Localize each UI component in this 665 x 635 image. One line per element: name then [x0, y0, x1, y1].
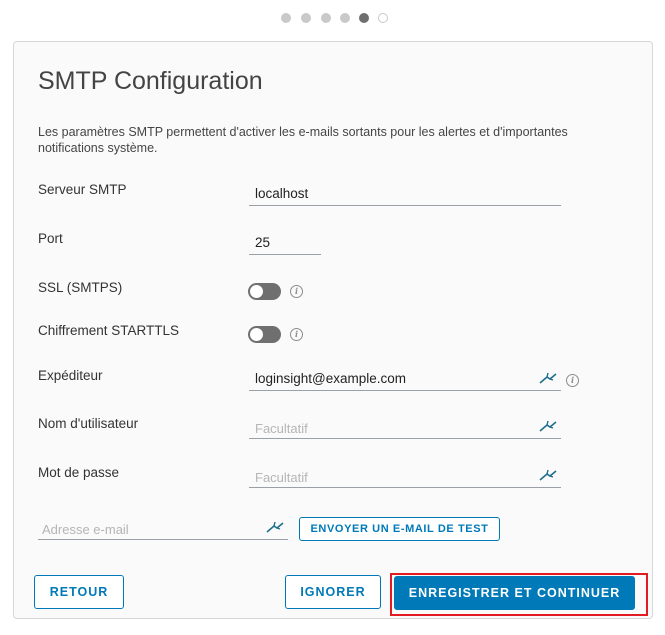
password-label: Mot de passe: [38, 465, 120, 480]
toggle-knob: [250, 328, 263, 341]
info-icon[interactable]: i: [290, 328, 303, 341]
step-dot: [301, 13, 311, 23]
autofill-key-icon[interactable]: [539, 371, 557, 385]
starttls-label: Chiffrement STARTTLS: [38, 323, 180, 338]
password-input[interactable]: Facultatif: [249, 466, 561, 488]
sender-label: Expéditeur: [38, 368, 103, 383]
info-icon[interactable]: i: [566, 374, 579, 387]
page-title: SMTP Configuration: [38, 67, 263, 95]
username-input[interactable]: Facultatif: [249, 417, 561, 439]
step-dot: [340, 13, 350, 23]
password-placeholder: Facultatif: [255, 470, 308, 485]
smtp-server-value: localhost: [255, 186, 309, 201]
ssl-label: SSL (SMTPS): [38, 280, 123, 295]
port-input[interactable]: 25: [249, 233, 321, 255]
back-button[interactable]: RETOUR: [34, 575, 124, 609]
step-dot: [321, 13, 331, 23]
test-email-input[interactable]: Adresse e-mail: [38, 518, 288, 540]
smtp-server-input[interactable]: localhost: [249, 184, 561, 206]
starttls-toggle[interactable]: [248, 326, 281, 343]
port-value: 25: [255, 235, 271, 250]
step-dot-current: [359, 13, 369, 23]
smtp-server-label: Serveur SMTP: [38, 182, 127, 197]
test-email-placeholder: Adresse e-mail: [42, 522, 129, 537]
toggle-knob: [250, 285, 263, 298]
ssl-toggle[interactable]: [248, 283, 281, 300]
username-label: Nom d'utilisateur: [38, 416, 139, 431]
autofill-key-icon[interactable]: [266, 520, 284, 534]
highlight-box: [390, 573, 648, 616]
skip-button[interactable]: IGNORER: [285, 575, 381, 609]
info-icon[interactable]: i: [290, 285, 303, 298]
sender-value: loginsight@example.com: [255, 371, 407, 386]
page-description: Les paramètres SMTP permettent d'activer…: [38, 125, 568, 155]
send-test-email-button[interactable]: ENVOYER UN E-MAIL DE TEST: [299, 517, 500, 541]
step-dot: [378, 13, 388, 23]
autofill-key-icon[interactable]: [539, 419, 557, 433]
sender-input[interactable]: loginsight@example.com: [249, 369, 561, 391]
port-label: Port: [38, 231, 63, 246]
step-dot: [281, 13, 291, 23]
wizard-progress: [0, 13, 665, 25]
username-placeholder: Facultatif: [255, 421, 308, 436]
autofill-key-icon[interactable]: [539, 468, 557, 482]
